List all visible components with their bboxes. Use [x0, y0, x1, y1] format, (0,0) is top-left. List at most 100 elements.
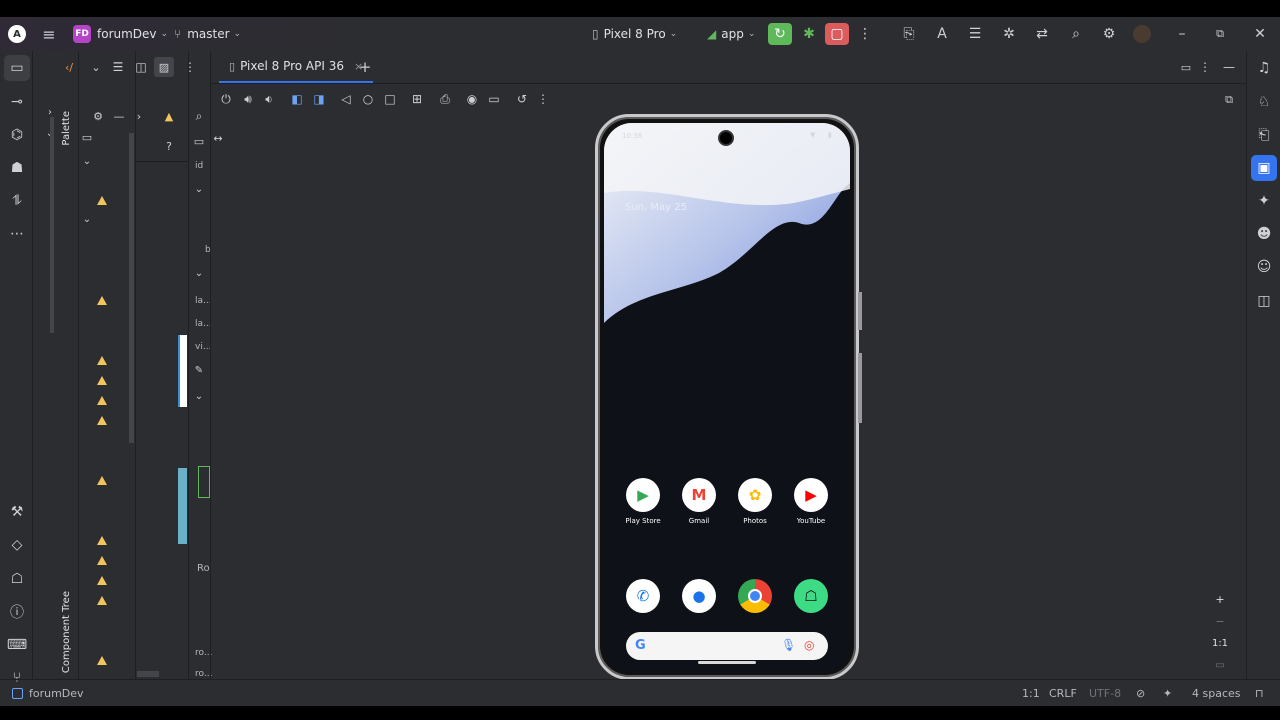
build-icon[interactable]: ⚒ [4, 499, 30, 525]
app-youtube[interactable]: ▶ YouTube [783, 478, 839, 525]
attribute-name[interactable]: vi... [195, 342, 211, 352]
app-gmail[interactable]: M Gmail [671, 478, 727, 525]
notifications-icon[interactable]: ♫ [1251, 55, 1277, 81]
terminal-icon[interactable]: ⌨ [4, 632, 30, 658]
screen-record-icon[interactable]: ▭ [484, 89, 504, 109]
phone-side-button[interactable] [858, 292, 862, 330]
device-screen[interactable]: 10:36 ▼ ▮ Sun, May 25 ▶ Play Store M Gma… [604, 123, 850, 673]
attribute-name[interactable]: id [195, 161, 203, 171]
xml-icon[interactable]: ‹/ [59, 57, 79, 77]
translate-icon[interactable]: A [931, 23, 953, 45]
layout-icon[interactable]: ▭ [1176, 57, 1196, 77]
cursor-position[interactable]: 1:1 [1022, 687, 1040, 700]
warning-icon[interactable] [97, 556, 107, 565]
google-search-bar[interactable]: G 🎙︎ ◎ [626, 632, 828, 660]
device-selector[interactable]: ▯ Pixel 8 Pro ⌄ [592, 17, 677, 51]
expand-icon[interactable]: › [131, 108, 147, 124]
warning-icon[interactable] [97, 536, 107, 545]
screenshot-camera-icon[interactable]: ◉ [462, 89, 482, 109]
problems-icon[interactable]: ⓘ [4, 599, 30, 625]
design-view-icon[interactable]: ▨ [154, 57, 174, 77]
app-messages[interactable]: ● [671, 579, 727, 613]
status-project-name[interactable]: forumDev [29, 687, 84, 700]
search-icon[interactable]: ⌕ [1065, 23, 1087, 45]
project-selector[interactable]: FD forumDev ⌄ [73, 17, 168, 51]
settings-gear-icon[interactable]: ⚙ [90, 108, 106, 124]
warning-icon[interactable] [97, 376, 107, 385]
rotate-right-icon[interactable]: ◨ [309, 89, 329, 109]
android-studio-logo-icon[interactable]: A [8, 25, 26, 43]
warning-icon[interactable] [97, 576, 107, 585]
branch-selector[interactable]: ⑂ master ⌄ [174, 17, 241, 51]
palette-tab[interactable]: Palette [61, 111, 72, 146]
main-menu-icon[interactable]: ≡ [38, 23, 60, 45]
more-icon[interactable]: ⋮ [183, 57, 197, 77]
tab-pixel-8-pro-api-36[interactable]: ▯ Pixel 8 Pro API 36 × [219, 51, 374, 83]
file-encoding[interactable]: UTF-8 [1089, 687, 1121, 700]
mic-icon[interactable]: 🎙︎ [781, 638, 796, 652]
minimize-icon[interactable]: – [1172, 23, 1192, 45]
device-explorer-icon[interactable]: ☗ [4, 155, 30, 181]
power-icon[interactable]: ⏻ [216, 89, 236, 109]
indent-setting[interactable]: 4 spaces [1192, 687, 1241, 700]
warning-icon[interactable] [97, 356, 107, 365]
minimize-panel-icon[interactable]: — [111, 108, 127, 124]
gesture-nav-bar[interactable] [698, 661, 756, 664]
fold-icon[interactable]: ⊞ [407, 89, 427, 109]
device-settings-icon[interactable]: ⎙ [435, 89, 455, 109]
rotate-left-icon[interactable]: ◧ [287, 89, 307, 109]
app-inspection-icon[interactable]: ✲ [998, 23, 1020, 45]
resize-arrows-icon[interactable]: ↔ [210, 131, 226, 145]
device-manager-icon[interactable]: ☺ [1251, 254, 1277, 280]
back-icon[interactable]: ◁ [336, 89, 356, 109]
chevron-down-icon[interactable]: ⌄ [79, 153, 95, 169]
run-config-selector[interactable]: ◢ app ⌄ [707, 17, 755, 51]
restore-icon[interactable]: ⧉ [1210, 23, 1230, 45]
warning-icon[interactable] [97, 396, 107, 405]
app-phone[interactable]: ✆ [615, 579, 671, 613]
profiler-icon[interactable]: ⎘ [898, 23, 920, 45]
zoom-actual-size-button[interactable]: 1:1 [1207, 632, 1233, 654]
android-robot-icon[interactable]: ☖ [4, 566, 30, 592]
gemini-icon[interactable]: ✦ [1251, 188, 1277, 214]
snapshot-icon[interactable]: ↺ [512, 89, 532, 109]
emulator-icon[interactable]: ◫ [1251, 288, 1277, 314]
zoom-out-button[interactable]: − [1207, 610, 1233, 632]
warning-icon[interactable] [97, 416, 107, 425]
project-icon[interactable]: ▭ [4, 55, 30, 81]
minimize-panel-icon[interactable]: — [1219, 57, 1239, 77]
warning-icon[interactable] [97, 296, 107, 305]
lock-icon[interactable]: ⊓ [1255, 687, 1264, 700]
close-window-icon[interactable]: ✕ [1250, 23, 1270, 45]
zoom-fit-icon[interactable]: ▭ [1207, 654, 1233, 676]
add-tab-icon[interactable]: + [355, 57, 375, 77]
commit-icon[interactable]: ⊸ [4, 89, 30, 115]
scrollbar[interactable] [129, 133, 134, 443]
home-icon[interactable]: ○ [358, 89, 378, 109]
logcat-icon[interactable]: ☰ [964, 23, 986, 45]
app-play-store[interactable]: ▶ Play Store [615, 478, 671, 525]
warning-icon[interactable] [97, 596, 107, 605]
more-icon[interactable]: ⋮ [533, 89, 553, 109]
more-actions-icon[interactable]: ⋮ [856, 23, 874, 45]
pull-requests-icon[interactable]: ⥮ [4, 188, 30, 214]
warning-icon[interactable] [97, 656, 107, 665]
ai-assistant-icon[interactable]: ✦ [1163, 687, 1172, 700]
line-separator[interactable]: CRLF [1049, 687, 1077, 700]
gradle-icon[interactable]: ♘ [1251, 89, 1277, 115]
app-photos[interactable]: ✿ Photos [727, 478, 783, 525]
horizontal-scrollbar[interactable] [137, 671, 159, 677]
inspections-icon[interactable]: ⊘ [1136, 687, 1145, 700]
resource-manager-icon[interactable]: ⌬ [4, 122, 30, 148]
chevron-down-icon[interactable]: ⌄ [191, 265, 207, 281]
chevron-down-icon[interactable]: ⌄ [79, 211, 95, 227]
device-file-icon[interactable]: ⎗ [1251, 122, 1277, 148]
code-view-icon[interactable]: ☰ [108, 57, 128, 77]
running-devices-icon[interactable]: ▣ [1251, 155, 1277, 181]
device-mirroring-icon[interactable]: ⇄ [1031, 23, 1053, 45]
lockscreen-date[interactable]: Sun, May 25 [625, 202, 687, 213]
chevron-down-icon[interactable]: ⌄ [191, 388, 207, 404]
stop-button[interactable]: ▢ [825, 23, 849, 45]
more-icon[interactable]: ⋯ [4, 221, 30, 247]
volume-up-icon[interactable]: 🔊︎ [238, 89, 258, 109]
